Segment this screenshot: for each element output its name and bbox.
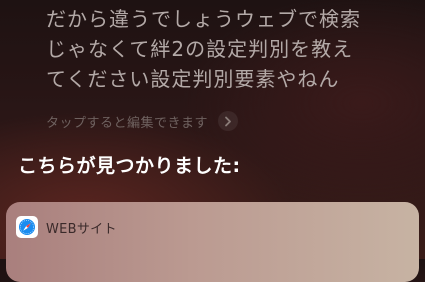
edit-chevron-button[interactable] <box>218 111 239 131</box>
safari-compass-icon <box>16 216 38 238</box>
siri-request-text[interactable]: だから違うでしょうウェブで検索 じゃなくて絆2の設定判別を教え てください設定判… <box>46 4 421 94</box>
card-label: WEBサイト <box>46 221 117 237</box>
tap-to-edit-label: タップすると編集できます <box>46 115 209 131</box>
chevron-right-icon <box>225 116 231 126</box>
web-result-card[interactable]: WEBサイト <box>6 202 419 282</box>
response-title: こちらが見つかりました: <box>18 155 241 177</box>
tap-to-edit-hint[interactable]: タップすると編集できます <box>46 111 239 131</box>
card-header: WEBサイト <box>16 216 117 238</box>
